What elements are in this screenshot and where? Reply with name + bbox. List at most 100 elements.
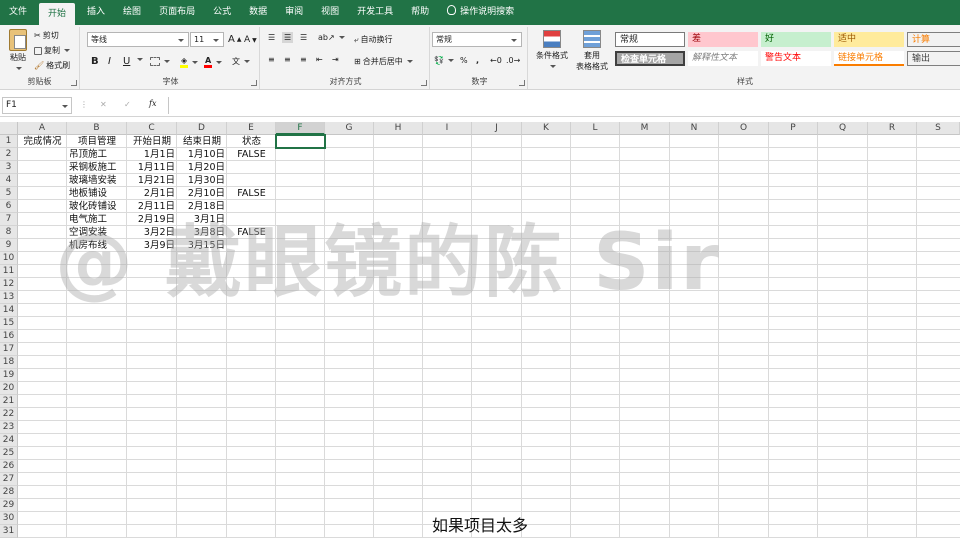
underline-button[interactable]: U: [123, 56, 130, 67]
tab-data[interactable]: 数据: [240, 0, 276, 25]
tab-review[interactable]: 审阅: [276, 0, 312, 25]
accounting-format-button[interactable]: 💱: [434, 56, 454, 65]
cell-b3[interactable]: 采钢板施工: [69, 161, 125, 174]
column-header-j[interactable]: J: [472, 122, 522, 135]
column-header-i[interactable]: I: [423, 122, 472, 135]
cell-d5[interactable]: 2月10日: [179, 187, 225, 200]
cell-d8[interactable]: 3月8日: [179, 226, 225, 239]
row-header[interactable]: 4: [0, 174, 18, 187]
column-header-a[interactable]: A: [18, 122, 67, 135]
row-header[interactable]: 17: [0, 343, 18, 356]
column-header-h[interactable]: H: [374, 122, 423, 135]
row-header[interactable]: 8: [0, 226, 18, 239]
row-header[interactable]: 24: [0, 434, 18, 447]
row-header[interactable]: 1: [0, 135, 18, 148]
format-as-table-button[interactable]: 套用 表格格式: [572, 30, 612, 72]
align-center-button[interactable]: ≡: [284, 55, 291, 64]
column-header-e[interactable]: E: [227, 122, 276, 135]
row-header[interactable]: 18: [0, 356, 18, 369]
italic-button[interactable]: I: [108, 56, 111, 67]
active-cell-selection[interactable]: [275, 134, 326, 149]
cell-d3[interactable]: 1月20日: [179, 161, 225, 174]
font-size-box[interactable]: 11: [190, 32, 224, 47]
tab-draw[interactable]: 绘图: [114, 0, 150, 25]
cell-b6[interactable]: 玻化砖铺设: [69, 200, 125, 213]
column-header-q[interactable]: Q: [818, 122, 868, 135]
name-box[interactable]: F1: [2, 97, 72, 114]
column-header-k[interactable]: K: [522, 122, 571, 135]
row-header[interactable]: 10: [0, 252, 18, 265]
tab-view[interactable]: 视图: [312, 0, 348, 25]
column-header-m[interactable]: M: [620, 122, 670, 135]
row-header[interactable]: 13: [0, 291, 18, 304]
enter-icon[interactable]: ✓: [124, 100, 131, 109]
tab-help[interactable]: 帮助: [402, 0, 438, 25]
cell-e2[interactable]: FALSE: [229, 148, 274, 161]
number-format-box[interactable]: 常规: [432, 32, 522, 47]
row-header[interactable]: 23: [0, 421, 18, 434]
cell-b9[interactable]: 机房布线: [69, 239, 125, 252]
column-header-g[interactable]: G: [325, 122, 374, 135]
font-name-box[interactable]: 等线: [87, 32, 189, 47]
cell-e5[interactable]: FALSE: [229, 187, 274, 200]
cell-b2[interactable]: 吊顶施工: [69, 148, 125, 161]
cell-c3[interactable]: 1月11日: [129, 161, 175, 174]
cell-style-warning-text[interactable]: 警告文本: [761, 51, 831, 66]
cell-c1[interactable]: 开始日期: [129, 135, 175, 148]
tab-page-layout[interactable]: 页面布局: [150, 0, 204, 25]
clipboard-dialog-launcher[interactable]: [71, 80, 77, 86]
row-header[interactable]: 20: [0, 382, 18, 395]
cell-b4[interactable]: 玻璃墙安装: [69, 174, 125, 187]
cell-a1[interactable]: 完成情况: [20, 135, 65, 148]
row-header[interactable]: 12: [0, 278, 18, 291]
cell-e1[interactable]: 状态: [229, 135, 274, 148]
cell-b1[interactable]: 项目管理: [69, 135, 125, 148]
column-header-p[interactable]: P: [769, 122, 818, 135]
cut-button[interactable]: ✂ 剪切: [34, 30, 59, 41]
bold-button[interactable]: B: [91, 56, 99, 67]
worksheet-grid[interactable]: ABCDEFGHIJKLMNOPQRS 1 2 3 4 5 6 7 8 9 10 11 12 13 14 1…: [0, 122, 960, 540]
tab-developer[interactable]: 开发工具: [348, 0, 402, 25]
increase-indent-button[interactable]: ⇥: [332, 55, 339, 64]
percent-button[interactable]: %: [460, 56, 468, 65]
row-header[interactable]: 11: [0, 265, 18, 278]
format-painter-button[interactable]: 🖌 格式刷: [34, 60, 70, 71]
cell-c2[interactable]: 1月1日: [129, 148, 175, 161]
tab-home[interactable]: 开始: [39, 3, 76, 25]
row-header[interactable]: 5: [0, 187, 18, 200]
tab-insert[interactable]: 插入: [78, 0, 114, 25]
borders-button[interactable]: [150, 57, 170, 66]
row-header[interactable]: 21: [0, 395, 18, 408]
row-header[interactable]: 16: [0, 330, 18, 343]
align-middle-button[interactable]: ☰: [282, 32, 294, 43]
column-header-o[interactable]: O: [719, 122, 769, 135]
cell-style-bad[interactable]: 差: [688, 32, 758, 47]
cell-c4[interactable]: 1月21日: [129, 174, 175, 187]
fill-color-button[interactable]: ◈: [180, 56, 199, 68]
decrease-indent-button[interactable]: ⇤: [316, 55, 323, 64]
cell-b7[interactable]: 电气施工: [69, 213, 125, 226]
cell-d9[interactable]: 3月15日: [179, 239, 225, 252]
row-header[interactable]: 31: [0, 525, 18, 538]
cell-c8[interactable]: 3月2日: [129, 226, 175, 239]
column-header-n[interactable]: N: [670, 122, 719, 135]
paste-button[interactable]: 粘贴: [4, 29, 32, 73]
cell-style-output[interactable]: 输出: [907, 51, 960, 66]
cell-style-check-cell[interactable]: 检查单元格: [615, 51, 685, 66]
font-dialog-launcher[interactable]: [251, 80, 257, 86]
cell-b8[interactable]: 空调安装: [69, 226, 125, 239]
alignment-dialog-launcher[interactable]: [421, 80, 427, 86]
cell-d7[interactable]: 3月1日: [179, 213, 225, 226]
tab-file[interactable]: 文件: [0, 0, 36, 25]
insert-function-icon[interactable]: fx: [149, 99, 156, 108]
cell-b5[interactable]: 地板铺设: [69, 187, 125, 200]
row-header[interactable]: 26: [0, 460, 18, 473]
shrink-font-button[interactable]: A ▼: [244, 35, 257, 45]
merge-center-button[interactable]: ⊞ 合并后居中: [354, 56, 413, 67]
font-color-button[interactable]: A: [204, 56, 223, 68]
cell-d1[interactable]: 结束日期: [179, 135, 225, 148]
row-header[interactable]: 28: [0, 486, 18, 499]
phonetic-button[interactable]: 文: [232, 56, 250, 67]
cell-style-linked-cell[interactable]: 链接单元格: [834, 51, 904, 66]
row-header[interactable]: 27: [0, 473, 18, 486]
